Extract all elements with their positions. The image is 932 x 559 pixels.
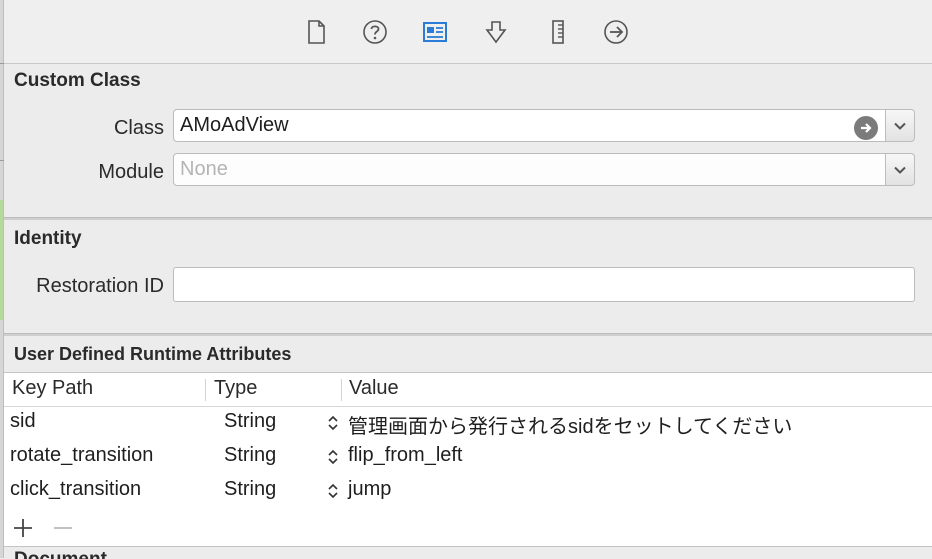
type-cell[interactable]: String: [224, 478, 276, 501]
plus-icon: [14, 519, 32, 537]
restoration-id-field[interactable]: [173, 267, 915, 302]
document-section: Document: [4, 546, 932, 559]
type-stepper[interactable]: [326, 413, 340, 433]
minus-icon: [54, 527, 72, 529]
edge-tick: [0, 160, 4, 161]
table-row[interactable]: rotate_transition String flip_from_left: [4, 440, 932, 474]
column-header-type[interactable]: Type: [214, 377, 257, 400]
identity-inspector-tab[interactable]: [421, 18, 449, 46]
module-field[interactable]: None: [173, 153, 887, 186]
ruler-icon: [552, 20, 564, 44]
type-stepper[interactable]: [326, 481, 340, 501]
identity-title: Identity: [14, 228, 82, 249]
class-label: Class: [113, 117, 164, 139]
inspector-toolbar: [4, 0, 932, 64]
table-header: Key Path Type Value: [4, 373, 932, 407]
class-field[interactable]: AMoAdView: [173, 109, 887, 142]
module-dropdown-button[interactable]: [885, 153, 915, 186]
question-icon: [363, 20, 387, 44]
attributes-icon: [485, 21, 507, 44]
file-inspector-tab[interactable]: [302, 18, 330, 46]
connections-inspector-tab[interactable]: [602, 18, 630, 46]
value-cell[interactable]: 管理画面から発行されるsidをセットしてください: [348, 410, 792, 439]
key-path-cell[interactable]: click_transition: [10, 478, 141, 501]
key-path-cell[interactable]: sid: [10, 410, 36, 433]
value-cell[interactable]: flip_from_left: [348, 444, 463, 467]
module-label: Module: [98, 161, 164, 183]
runtime-attributes-title: User Defined Runtime Attributes: [14, 344, 292, 364]
column-divider[interactable]: [341, 379, 342, 401]
class-dropdown-button[interactable]: [885, 109, 915, 142]
module-placeholder: None: [180, 158, 228, 180]
table-row[interactable]: click_transition String jump: [4, 474, 932, 508]
chevron-down-icon: [894, 122, 906, 130]
runtime-attributes-table: Key Path Type Value sid String 管理画面から発行さ…: [4, 372, 932, 559]
attributes-inspector-tab[interactable]: [482, 18, 510, 46]
go-to-class-button[interactable]: [854, 116, 878, 140]
up-down-chevron-icon: [328, 449, 338, 465]
chevron-down-icon: [894, 166, 906, 174]
document-icon: [308, 20, 325, 44]
arrow-circle-icon: [604, 20, 628, 44]
arrow-right-icon: [861, 123, 872, 133]
restoration-id-label: Restoration ID: [36, 275, 164, 297]
type-cell[interactable]: String: [224, 410, 276, 433]
class-value: AMoAdView: [180, 114, 289, 136]
identity-card-icon: [423, 22, 447, 42]
section-separator: [4, 333, 932, 336]
table-row[interactable]: sid String 管理画面から発行されるsidをセットしてください: [4, 406, 932, 440]
column-header-key-path[interactable]: Key Path: [12, 377, 93, 400]
value-cell[interactable]: jump: [348, 478, 391, 501]
column-divider[interactable]: [205, 379, 206, 401]
section-separator: [4, 217, 932, 220]
add-attribute-button[interactable]: [12, 517, 34, 539]
up-down-chevron-icon: [328, 415, 338, 431]
column-header-value[interactable]: Value: [349, 377, 399, 400]
size-inspector-tab[interactable]: [544, 18, 572, 46]
quick-help-tab[interactable]: [361, 18, 389, 46]
key-path-cell[interactable]: rotate_transition: [10, 444, 153, 467]
type-stepper[interactable]: [326, 447, 340, 467]
type-cell[interactable]: String: [224, 444, 276, 467]
remove-attribute-button[interactable]: [52, 517, 74, 539]
custom-class-title: Custom Class: [14, 70, 141, 91]
up-down-chevron-icon: [328, 483, 338, 499]
